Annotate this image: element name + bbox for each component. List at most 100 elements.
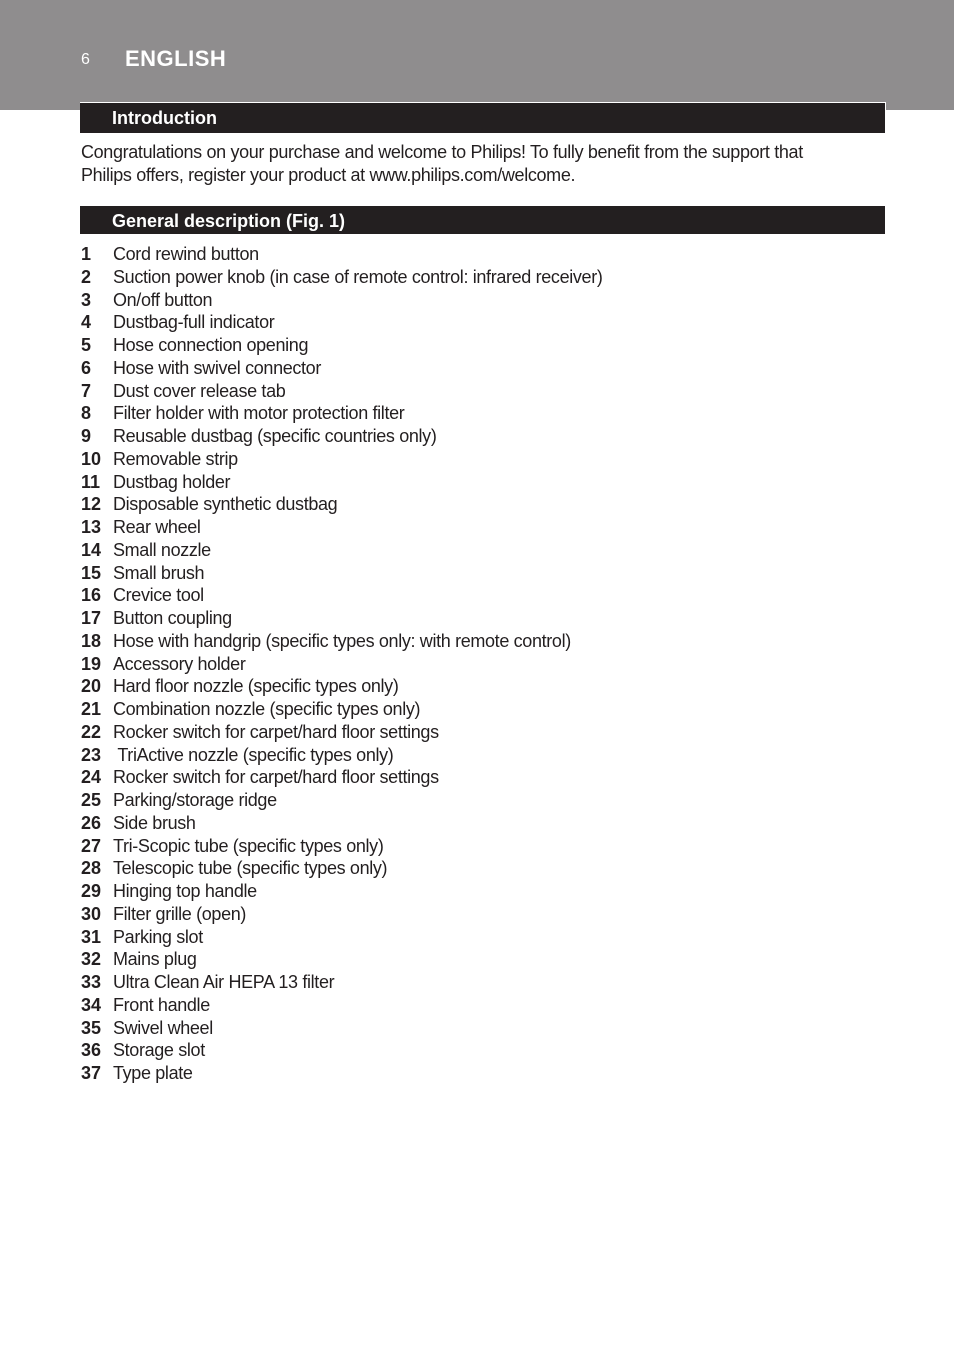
item-number: 21 — [81, 699, 102, 719]
item-number: 24 — [81, 767, 102, 788]
list-item: 31 Parking slot — [81, 926, 603, 949]
item-number: 33 — [81, 972, 102, 992]
introduction-paragraph: Congratulations on your purchase and wel… — [81, 141, 881, 186]
section-title: Introduction — [112, 108, 217, 128]
item-label: Cord rewind button — [113, 244, 259, 264]
item-label: Swivel wheel — [113, 1017, 213, 1038]
item-number: 10 — [81, 448, 102, 469]
list-item: 29 Hinging top handle — [81, 880, 603, 903]
list-item: 12 Disposable synthetic dustbag — [81, 493, 603, 516]
item-label: On/off button — [113, 289, 213, 310]
item-number: 5 — [81, 335, 92, 355]
item-number: 8 — [81, 403, 92, 424]
list-item: 17 Button coupling — [81, 607, 603, 630]
list-item: 19 Accessory holder — [81, 653, 603, 676]
list-item: 10 Removable strip — [81, 448, 603, 471]
item-label: TriActive nozzle (specific types only) — [113, 744, 394, 765]
list-item: 16 Crevice tool — [81, 584, 603, 607]
list-item: 8 Filter holder with motor protection fil… — [81, 402, 603, 425]
item-number: 36 — [81, 1040, 102, 1061]
item-label: Tri-Scopic tube (specific types only) — [113, 835, 384, 856]
list-item: 35 Swivel wheel — [81, 1017, 603, 1040]
item-label: Combination nozzle (specific types only) — [113, 699, 421, 719]
list-item: 34 Front handle — [81, 994, 603, 1017]
item-number: 13 — [81, 517, 102, 537]
item-number: 9 — [81, 426, 92, 446]
item-number: 17 — [81, 608, 102, 628]
list-item: 13 Rear wheel — [81, 516, 603, 539]
item-label: Hose with swivel connector — [113, 357, 321, 378]
introduction-line: Philips offers, register your product at… — [81, 164, 576, 185]
item-label: Rear wheel — [113, 517, 201, 537]
list-item: 21 Combination nozzle (specific types onl… — [81, 698, 603, 721]
list-item: 11 Dustbag holder — [81, 471, 603, 494]
item-label: Suction power knob (in case of remote co… — [113, 266, 603, 287]
item-label: Dust cover release tab — [113, 380, 286, 401]
item-label: Front handle — [113, 994, 210, 1015]
list-item: 9 Reusable dustbag (specific countries on… — [81, 425, 603, 448]
item-number: 11 — [81, 471, 101, 492]
item-label: Telescopic tube (specific types only) — [113, 858, 388, 879]
item-number: 16 — [81, 585, 102, 606]
section-header-general-description: General description (Fig. 1) — [80, 205, 886, 234]
item-label: Filter holder with motor protection filt… — [113, 403, 405, 424]
item-label: Small nozzle — [113, 539, 211, 560]
item-label: Crevice tool — [113, 585, 204, 606]
list-item: 5 Hose connection opening — [81, 334, 603, 357]
list-item: 32 Mains plug — [81, 948, 603, 971]
list-item: 26 Side brush — [81, 812, 603, 835]
list-item: 6 Hose with swivel connector — [81, 357, 603, 380]
item-number: 2 — [81, 266, 92, 287]
item-number: 28 — [81, 858, 102, 879]
item-number: 26 — [81, 812, 102, 833]
item-number: 20 — [81, 676, 102, 697]
item-label: Disposable synthetic dustbag — [113, 494, 338, 515]
section-title: General description (Fig. 1) — [112, 211, 346, 231]
list-item: 27 Tri-Scopic tube (specific types only) — [81, 835, 603, 858]
item-number: 12 — [81, 494, 102, 515]
list-item: 24 Rocker switch for carpet/hard floor se… — [81, 766, 603, 789]
item-number: 4 — [81, 312, 92, 333]
item-number: 23 — [81, 744, 102, 765]
item-label: Hard floor nozzle (specific types only) — [113, 676, 399, 697]
item-label: Parking slot — [113, 926, 203, 947]
language-heading: ENGLISH — [125, 46, 227, 71]
item-label: Hose with handgrip (specific types only:… — [113, 630, 571, 651]
list-item: 30 Filter grille (open) — [81, 903, 603, 926]
page-number: 6 — [81, 51, 90, 68]
item-label: Removable strip — [113, 448, 238, 469]
item-number: 7 — [81, 380, 92, 401]
item-label: Hinging top handle — [113, 881, 257, 901]
section-header-introduction: Introduction — [80, 102, 886, 133]
item-label: Small brush — [113, 562, 205, 583]
list-item: 2 Suction power knob (in case of remote c… — [81, 266, 603, 289]
item-number: 32 — [81, 949, 102, 970]
list-item: 33 Ultra Clean Air HEPA 13 filter — [81, 971, 603, 994]
list-item: 25 Parking/storage ridge — [81, 789, 603, 812]
list-item: 7 Dust cover release tab — [81, 380, 603, 403]
item-label: Rocker switch for carpet/hard floor sett… — [113, 721, 439, 742]
list-item: 22 Rocker switch for carpet/hard floor se… — [81, 721, 603, 744]
item-number: 1 — [81, 244, 92, 264]
item-number: 35 — [81, 1017, 102, 1038]
list-item: 18 Hose with handgrip (specific types onl… — [81, 630, 603, 653]
item-number: 22 — [81, 721, 102, 742]
item-number: 30 — [81, 903, 102, 924]
item-number: 34 — [81, 994, 102, 1015]
item-number: 29 — [81, 881, 102, 901]
item-number: 27 — [81, 835, 102, 856]
list-item: 37 Type plate — [81, 1062, 603, 1085]
list-item: 4 Dustbag-full indicator — [81, 311, 603, 334]
item-label: Rocker switch for carpet/hard floor sett… — [113, 767, 439, 788]
item-number: 14 — [81, 539, 102, 560]
introduction-line: Congratulations on your purchase and wel… — [81, 142, 803, 162]
item-label: Hose connection opening — [113, 335, 309, 355]
list-item: 14 Small nozzle — [81, 539, 603, 562]
item-number: 15 — [81, 562, 102, 583]
item-label: Accessory holder — [113, 653, 246, 674]
item-label: Storage slot — [113, 1040, 205, 1061]
item-label: Dustbag holder — [113, 471, 231, 492]
header-band: 6 ENGLISH — [0, 0, 954, 110]
item-number: 18 — [81, 630, 102, 651]
item-number: 3 — [81, 289, 92, 310]
